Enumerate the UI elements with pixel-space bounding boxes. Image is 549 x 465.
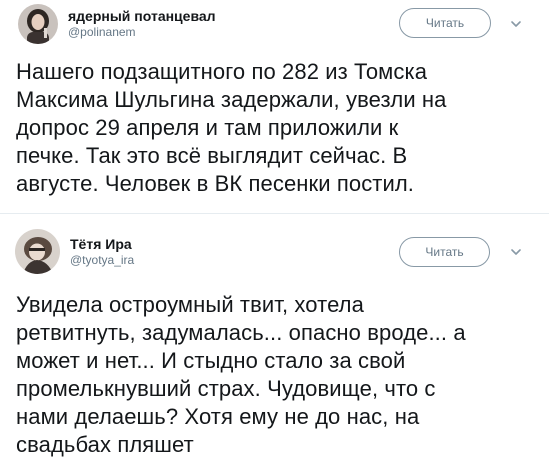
tweet-text: Нашего подзащитного по 282 из Томска Мак… (16, 59, 447, 196)
tweet-card: Тётя Ира @tyotya_ira Читать Увидела остр… (0, 214, 549, 465)
author-handle[interactable]: @tyotya_ira (70, 253, 134, 268)
tweet-card: ядерный потанцевал @polinanem Читать Наш… (0, 0, 549, 214)
follow-button[interactable]: Читать (399, 8, 491, 38)
chevron-down-icon[interactable] (509, 245, 523, 259)
author-handle[interactable]: @polinanem (68, 25, 136, 40)
author-name[interactable]: ядерный потанцевал (68, 7, 216, 25)
avatar[interactable] (15, 229, 60, 274)
avatar[interactable] (18, 4, 58, 44)
author-name[interactable]: Тётя Ира (70, 235, 132, 253)
follow-button[interactable]: Читать (399, 237, 490, 267)
tweet-text: Увидела остроумный твит, хотела ретвитну… (16, 292, 466, 457)
chevron-down-icon[interactable] (509, 17, 523, 31)
